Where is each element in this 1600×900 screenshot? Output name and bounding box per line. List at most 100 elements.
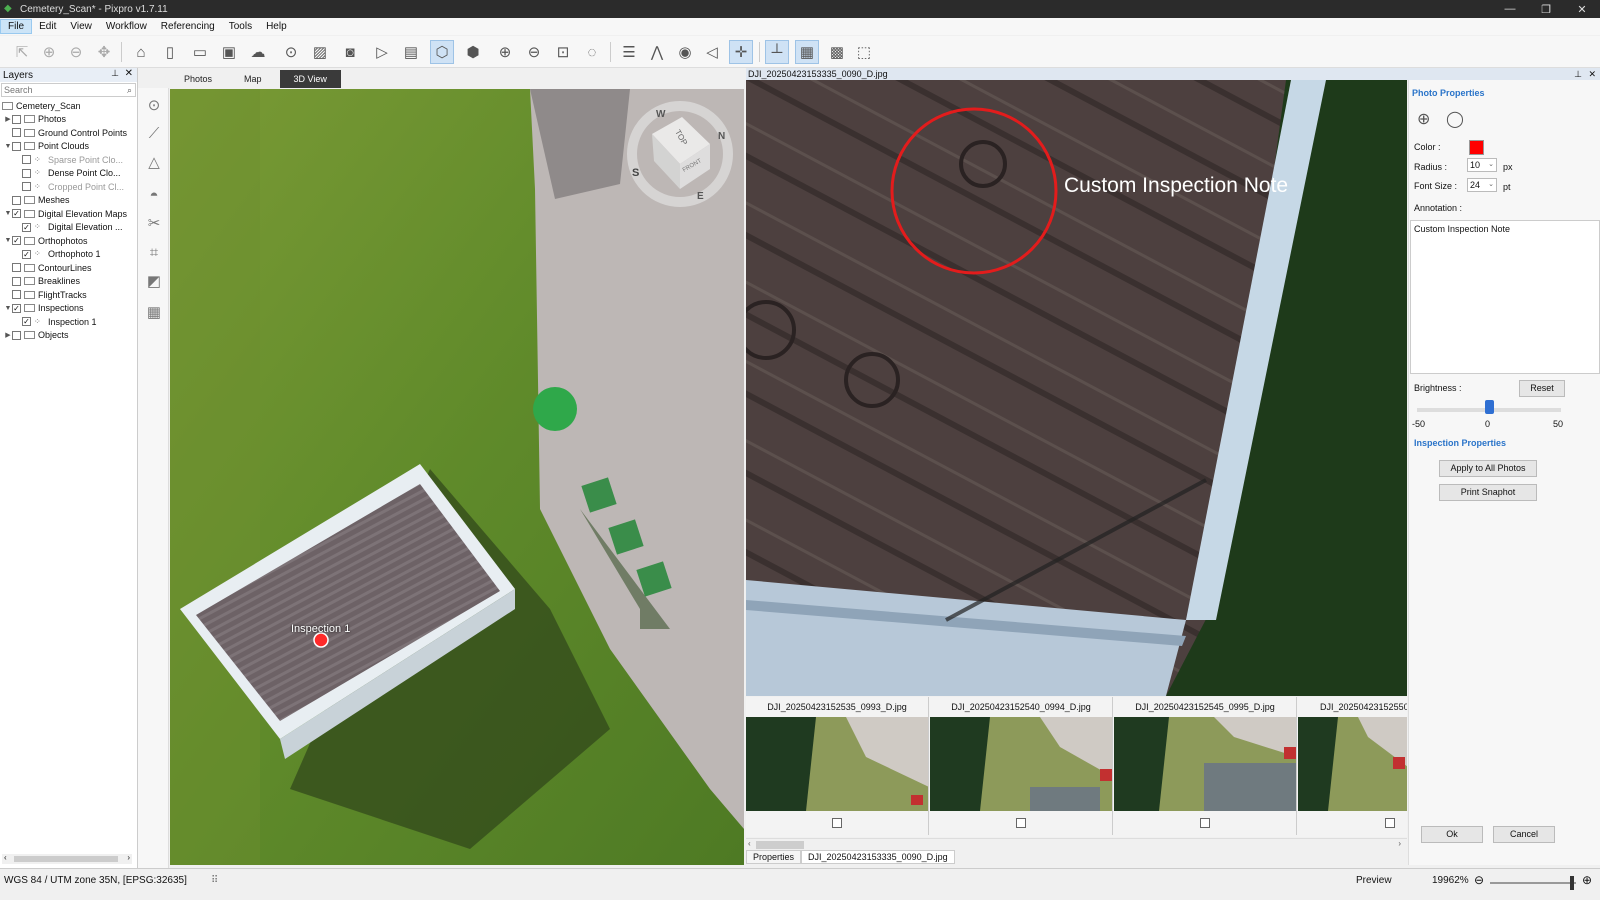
open-folder-icon[interactable]: ▭ xyxy=(188,40,212,64)
profile-icon[interactable]: ⋀ xyxy=(645,40,669,64)
target-icon[interactable]: ⊙ xyxy=(279,40,303,64)
reset-button[interactable]: Reset xyxy=(1519,380,1565,397)
layer-checkbox[interactable] xyxy=(22,168,31,178)
box-icon[interactable]: ⬢ xyxy=(461,40,485,64)
thumbnail[interactable]: DJI_20250423152545_0995_D.jpg xyxy=(1114,697,1297,835)
layer-checkbox[interactable] xyxy=(12,276,21,286)
layer-item[interactable]: ▼ ✓ Digital Elevation Maps xyxy=(0,207,137,221)
layer-checkbox[interactable]: ✓ xyxy=(22,249,31,259)
minimize-button[interactable]: — xyxy=(1492,0,1528,18)
ok-button[interactable]: Ok xyxy=(1421,826,1483,843)
tab-photos[interactable]: Photos xyxy=(170,70,226,88)
layer-checkbox[interactable] xyxy=(12,195,21,205)
layer-checkbox[interactable]: ✓ xyxy=(12,303,21,313)
eye-icon[interactable]: ◉ xyxy=(673,40,697,64)
print-snapshot-button[interactable]: Print Snaphot xyxy=(1439,484,1537,501)
menu-referencing[interactable]: Referencing xyxy=(154,20,222,33)
layer-checkbox[interactable]: ✓ xyxy=(12,236,21,246)
layers-scrollbar[interactable]: ‹ › xyxy=(2,853,132,864)
menu-edit[interactable]: Edit xyxy=(32,20,63,33)
layer-search-input[interactable]: Search ⌕ xyxy=(1,83,136,97)
tab-3d-view[interactable]: 3D View xyxy=(279,70,341,88)
layer-checkbox[interactable] xyxy=(22,155,31,165)
zoom-slider-knob[interactable] xyxy=(1570,876,1574,890)
layer-checkbox[interactable]: ✓ xyxy=(22,222,31,232)
layer-checkbox[interactable] xyxy=(22,182,31,192)
home-icon[interactable]: ⌂ xyxy=(129,40,153,64)
cancel-button[interactable]: Cancel xyxy=(1493,826,1555,843)
radius-input[interactable]: 10 ⌄ xyxy=(1467,158,1497,172)
menu-file[interactable]: File xyxy=(0,19,33,34)
crs-indicator[interactable]: WGS 84 / UTM zone 35N, [EPSG:32635] xyxy=(4,875,187,886)
layer-item[interactable]: Ground Control Points xyxy=(0,126,137,140)
crop-icon[interactable]: ⌗ xyxy=(142,240,166,264)
zoom-out-icon[interactable]: ⊖ xyxy=(522,40,546,64)
thumbnail-checkbox[interactable] xyxy=(1385,818,1395,828)
maximize-button[interactable]: ❐ xyxy=(1528,0,1564,18)
menu-workflow[interactable]: Workflow xyxy=(99,20,154,33)
thumbnail[interactable]: DJI_20250423152535_0993_D.jpg xyxy=(746,697,929,835)
layer-item[interactable]: ✓ ⁘ Digital Elevation ... xyxy=(0,221,137,235)
expander-icon[interactable]: ▶ xyxy=(4,331,12,339)
layer-checkbox[interactable] xyxy=(12,141,21,151)
layer-checkbox[interactable] xyxy=(12,330,21,340)
thumbnail-scrollbar[interactable]: ‹ › xyxy=(746,838,1407,850)
thumbnail-checkbox[interactable] xyxy=(1016,818,1026,828)
align-icon[interactable]: ☰ xyxy=(617,40,641,64)
layer-checkbox[interactable] xyxy=(12,114,21,124)
photo-pin-icon[interactable]: ⊥ xyxy=(1574,68,1582,80)
save-icon[interactable]: ▣ xyxy=(217,40,241,64)
thumbnail[interactable]: DJI_20250423152540_0994_D.jpg xyxy=(930,697,1113,835)
layer-root[interactable]: Cemetery_Scan xyxy=(0,99,137,113)
apply-all-photos-button[interactable]: Apply to All Photos xyxy=(1439,460,1537,477)
photo-close-icon[interactable]: ✕ xyxy=(1588,68,1596,80)
select-pointer-icon[interactable]: ⇱ xyxy=(10,40,34,64)
tab-map[interactable]: Map xyxy=(230,70,276,88)
zoom-in-icon[interactable]: ⊕ xyxy=(1417,109,1430,129)
no-record-icon[interactable]: ▩ xyxy=(825,40,849,64)
ground-plane-icon[interactable]: ┴ xyxy=(765,40,789,64)
layer-item[interactable]: ContourLines xyxy=(0,261,137,275)
arrow-icon[interactable]: ◁ xyxy=(700,40,724,64)
presentation-icon[interactable]: ▤ xyxy=(399,40,423,64)
locate-icon[interactable]: ⊙ xyxy=(142,93,166,117)
layer-checkbox[interactable]: ✓ xyxy=(12,209,21,219)
add-point-icon[interactable]: ⊕ xyxy=(37,40,61,64)
close-window-button[interactable]: ✕ xyxy=(1564,0,1600,18)
layer-item[interactable]: ▶ Objects xyxy=(0,329,137,343)
zoom-in-icon[interactable]: ⊕ xyxy=(1582,873,1592,887)
layer-item[interactable]: ✓ ⁘ Orthophoto 1 xyxy=(0,248,137,262)
layer-item[interactable]: Breaklines xyxy=(0,275,137,289)
expander-icon[interactable]: ▼ xyxy=(4,210,12,217)
grid-tool-icon[interactable]: ▦ xyxy=(142,300,166,324)
area-icon[interactable]: △ xyxy=(142,150,166,174)
layer-item[interactable]: ⁘ Cropped Point Cl... xyxy=(0,180,137,194)
layer-item[interactable]: ⁘ Dense Point Clo... xyxy=(0,167,137,181)
search-icon[interactable]: ⌕ xyxy=(127,84,132,96)
thumbnail-checkbox[interactable] xyxy=(1200,818,1210,828)
paint-icon[interactable]: ◩ xyxy=(142,269,166,293)
3d-cube-icon[interactable]: ⬡ xyxy=(430,40,454,64)
image-icon[interactable]: ▨ xyxy=(308,40,332,64)
layer-item[interactable]: ▼ ✓ Orthophotos xyxy=(0,234,137,248)
layer-checkbox[interactable] xyxy=(12,128,21,138)
zoom-extent-icon[interactable]: ◯ xyxy=(1446,109,1464,129)
cut-icon[interactable]: ✂ xyxy=(142,211,166,235)
tab-properties[interactable]: Properties xyxy=(746,850,802,864)
camera-icon[interactable]: ◙ xyxy=(338,40,362,64)
expander-icon[interactable]: ▶ xyxy=(4,115,12,123)
font-size-input[interactable]: 24 ⌄ xyxy=(1467,178,1497,192)
thumbnail[interactable]: DJI_20250423152550 xyxy=(1298,697,1407,835)
remove-point-icon[interactable]: ⊖ xyxy=(64,40,88,64)
brightness-slider-knob[interactable] xyxy=(1485,400,1494,414)
layer-item[interactable]: FlightTracks xyxy=(0,288,137,302)
expander-icon[interactable]: ▼ xyxy=(4,305,12,312)
menu-help[interactable]: Help xyxy=(259,20,294,33)
crosshair-icon[interactable]: ✛ xyxy=(729,40,753,64)
color-swatch[interactable] xyxy=(1469,140,1484,155)
play-icon[interactable]: ▷ xyxy=(370,40,394,64)
layer-item[interactable]: ▼ Point Clouds xyxy=(0,140,137,154)
selection-rect-icon[interactable]: ⬚ xyxy=(852,40,876,64)
expander-icon[interactable]: ▼ xyxy=(4,237,12,244)
zoom-out-icon[interactable]: ⊖ xyxy=(1474,873,1484,887)
